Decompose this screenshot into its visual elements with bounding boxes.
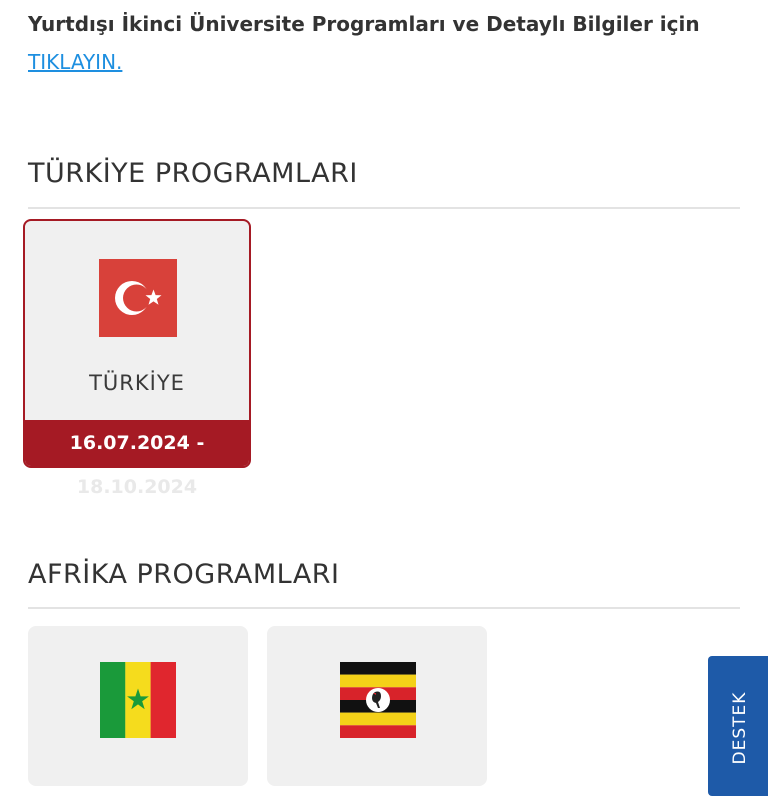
program-card-end-date: 18.10.2024 — [76, 476, 198, 498]
click-here-link[interactable]: TIKLAYIN. — [28, 48, 748, 76]
intro-text-block: Yurtdışı İkinci Üniversite Programları v… — [28, 10, 748, 76]
intro-text: Yurtdışı İkinci Üniversite Programları v… — [28, 12, 700, 36]
section-title-afrika: AFRİKA PROGRAMLARI — [28, 559, 340, 590]
program-card-turkiye[interactable]: TÜRKİYE 16.07.2024 - — [23, 219, 251, 468]
program-card-senegal[interactable] — [28, 626, 248, 786]
support-tab-label: DESTEK — [730, 691, 750, 765]
senegal-flag-icon — [100, 662, 176, 738]
program-card-uganda[interactable] — [267, 626, 487, 786]
uganda-flag-icon — [340, 662, 416, 738]
program-card-name: TÜRKİYE — [89, 371, 185, 395]
section-divider — [28, 607, 740, 609]
section-divider — [28, 207, 740, 209]
program-card-dates: 16.07.2024 - — [25, 420, 249, 466]
support-tab[interactable]: DESTEK — [708, 656, 768, 796]
turkey-flag-icon — [99, 259, 177, 337]
section-title-turkiye: TÜRKİYE PROGRAMLARI — [28, 158, 358, 189]
